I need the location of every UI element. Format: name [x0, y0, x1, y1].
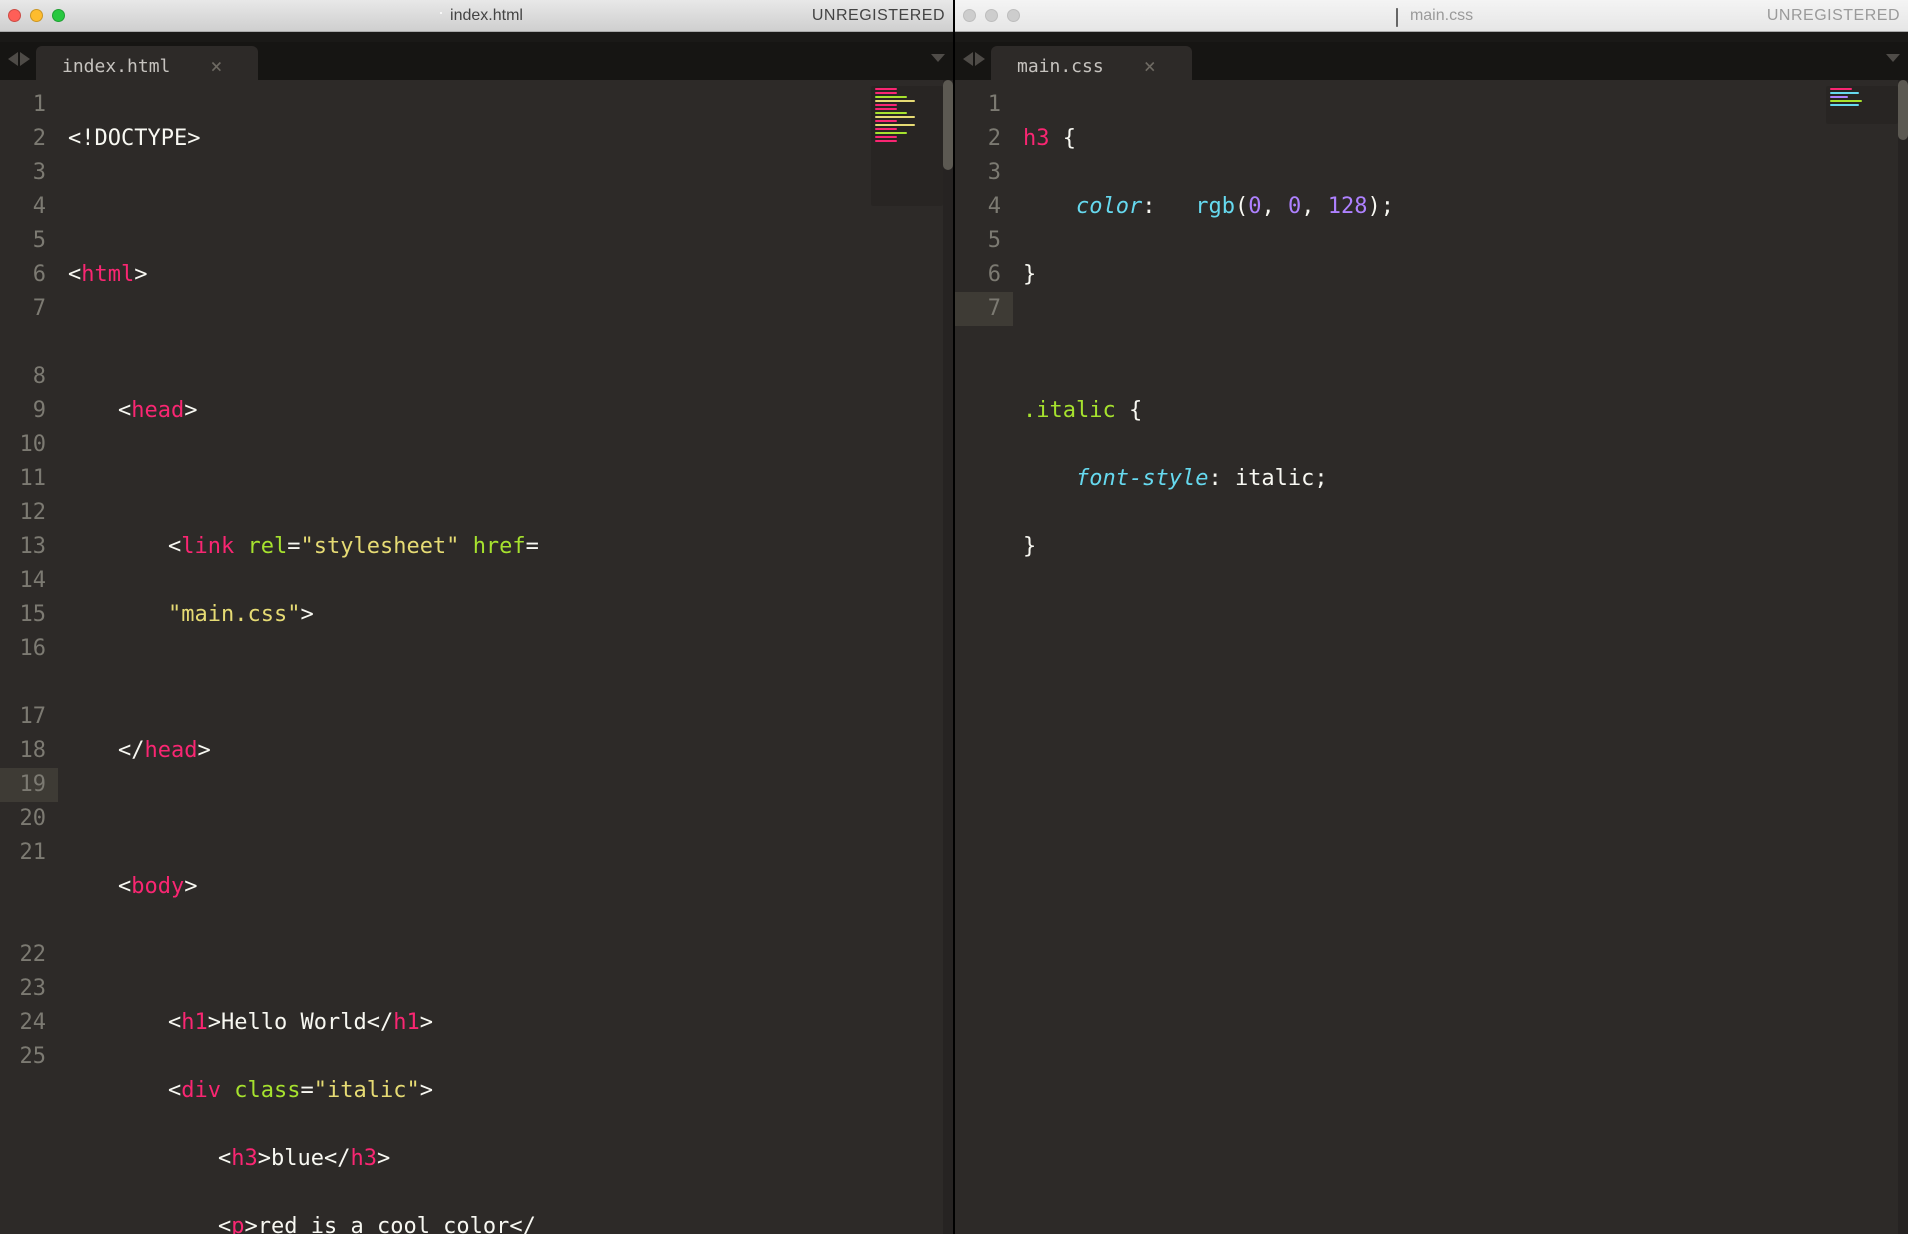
chrome-file-icon	[430, 9, 444, 23]
nav-forward-icon[interactable]	[20, 52, 30, 66]
scroll-thumb[interactable]	[943, 80, 953, 170]
scrollbar-left[interactable]	[943, 80, 953, 1234]
code-area-left[interactable]: <!DOCTYPE> <html> <head> <link rel="styl…	[58, 80, 953, 1234]
editor-pane-right: main.css UNREGISTERED main.css × 1 2 3 4…	[953, 0, 1908, 1234]
tabbar-left: index.html ×	[0, 42, 953, 80]
tabbar-right: main.css ×	[955, 42, 1908, 80]
chrome-strip	[955, 32, 1908, 42]
tab-dropdown-icon[interactable]	[1886, 54, 1900, 62]
tab-label: main.css	[1017, 56, 1104, 77]
window-title-right: main.css	[1410, 7, 1473, 25]
tab-close-icon[interactable]: ×	[210, 56, 222, 76]
minimap-right[interactable]	[1826, 86, 1898, 124]
tab-label: index.html	[62, 56, 170, 77]
minimize-window-icon[interactable]	[30, 9, 43, 22]
tab-close-icon[interactable]: ×	[1144, 56, 1156, 76]
tab-index-html[interactable]: index.html ×	[36, 46, 258, 80]
chrome-strip	[0, 32, 953, 42]
window-title-left: index.html	[450, 7, 523, 25]
tab-main-css[interactable]: main.css ×	[991, 46, 1192, 80]
zoom-window-icon[interactable]	[52, 9, 65, 22]
minimize-window-icon[interactable]	[985, 9, 998, 22]
line-gutter-left: 1 2 3 4 5 6 7 8 9 10 11 12 13 14 15 16 1…	[0, 80, 58, 1234]
traffic-lights	[963, 9, 1020, 22]
nav-forward-icon[interactable]	[975, 52, 985, 66]
nav-back-icon[interactable]	[963, 52, 973, 66]
editor-left[interactable]: 1 2 3 4 5 6 7 8 9 10 11 12 13 14 15 16 1…	[0, 80, 953, 1234]
zoom-window-icon[interactable]	[1007, 9, 1020, 22]
window-titlebar-right[interactable]: main.css UNREGISTERED	[955, 0, 1908, 32]
editor-pane-left: index.html UNREGISTERED index.html × 1 2…	[0, 0, 953, 1234]
close-window-icon[interactable]	[963, 9, 976, 22]
scroll-thumb[interactable]	[1898, 80, 1908, 140]
scrollbar-right[interactable]	[1898, 80, 1908, 1234]
nav-back-icon[interactable]	[8, 52, 18, 66]
tab-dropdown-icon[interactable]	[931, 54, 945, 62]
code-area-right[interactable]: h3 { color: rgb(0, 0, 128); } .italic { …	[1013, 80, 1908, 1234]
minimap-left[interactable]	[871, 86, 943, 206]
unregistered-label-left: UNREGISTERED	[812, 7, 945, 25]
traffic-lights	[8, 9, 65, 22]
close-window-icon[interactable]	[8, 9, 21, 22]
window-titlebar-left[interactable]: index.html UNREGISTERED	[0, 0, 953, 32]
css-file-icon	[1390, 9, 1404, 23]
editor-right[interactable]: 1 2 3 4 5 6 7 h3 { color: rgb(0, 0, 128)…	[955, 80, 1908, 1234]
unregistered-label-right: UNREGISTERED	[1767, 7, 1900, 25]
line-gutter-right: 1 2 3 4 5 6 7	[955, 80, 1013, 1234]
